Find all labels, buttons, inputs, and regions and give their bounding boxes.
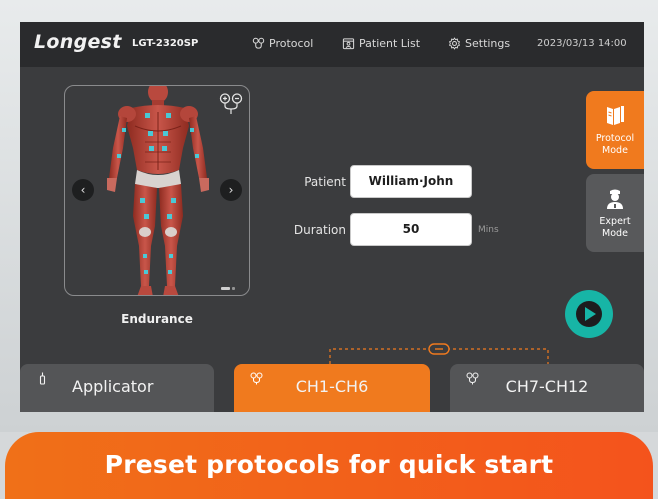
duration-field[interactable]: 50 bbox=[350, 213, 472, 246]
gear-icon bbox=[448, 37, 461, 50]
tab-ch7-ch12-label: CH7-CH12 bbox=[450, 377, 644, 396]
protocol-mode-button[interactable]: Protocol Mode bbox=[586, 91, 644, 169]
start-button[interactable] bbox=[565, 290, 613, 338]
duration-unit: Mins bbox=[478, 225, 499, 235]
expert-mode-line2: Mode bbox=[602, 228, 628, 239]
page-dot-active bbox=[221, 287, 230, 290]
expert-mode-button[interactable]: Expert Mode bbox=[586, 174, 644, 252]
next-protocol-button[interactable]: › bbox=[220, 179, 242, 201]
book-icon bbox=[603, 105, 627, 127]
tab-applicator-label: Applicator bbox=[72, 377, 153, 396]
muscle-map-panel[interactable]: ‹ › bbox=[64, 85, 250, 296]
play-icon bbox=[565, 290, 613, 338]
nav-patient-list-label: Patient List bbox=[359, 37, 420, 50]
duration-label: Duration bbox=[266, 223, 346, 237]
tab-ch1-ch6-label: CH1-CH6 bbox=[234, 377, 430, 396]
tab-applicator[interactable]: Applicator bbox=[20, 364, 214, 412]
device-screen: Longest LGT-2320SP Protocol Patient List bbox=[20, 22, 644, 412]
promo-banner: Preset protocols for quick start bbox=[5, 432, 653, 499]
date-time: 2023/03/13 14:00 bbox=[537, 38, 627, 49]
electrode-icon bbox=[252, 37, 265, 50]
model-number: LGT-2320SP bbox=[132, 38, 198, 49]
chevron-right-icon: › bbox=[229, 183, 234, 197]
brand-logo: Longest bbox=[34, 31, 122, 53]
banner-text: Preset protocols for quick start bbox=[5, 450, 653, 479]
protocol-name: Endurance bbox=[64, 312, 250, 326]
nav-protocol[interactable]: Protocol bbox=[252, 37, 313, 50]
protocol-mode-line1: Protocol bbox=[596, 133, 634, 144]
channel-link-indicator bbox=[327, 338, 551, 366]
patient-field[interactable]: William·John bbox=[350, 165, 472, 198]
nav-settings-label: Settings bbox=[465, 37, 510, 50]
nav-protocol-label: Protocol bbox=[269, 37, 313, 50]
top-bar: Longest LGT-2320SP Protocol Patient List bbox=[20, 22, 644, 67]
tab-ch7-ch12[interactable]: CH7-CH12 bbox=[450, 364, 644, 412]
page-dot bbox=[232, 287, 235, 290]
patient-list-icon bbox=[342, 37, 355, 50]
nav-settings[interactable]: Settings bbox=[448, 37, 510, 50]
applicator-icon bbox=[36, 372, 49, 385]
expert-mode-line1: Expert bbox=[599, 216, 630, 227]
previous-protocol-button[interactable]: ‹ bbox=[72, 179, 94, 201]
page-indicator bbox=[221, 287, 235, 290]
chevron-left-icon: ‹ bbox=[81, 183, 86, 197]
doctor-icon bbox=[603, 188, 627, 210]
tab-ch1-ch6[interactable]: CH1-CH6 bbox=[234, 364, 430, 412]
patient-label: Patient bbox=[266, 175, 346, 189]
protocol-mode-line2: Mode bbox=[602, 145, 628, 156]
electrode-icon bbox=[219, 92, 243, 116]
nav-patient-list[interactable]: Patient List bbox=[342, 37, 420, 50]
